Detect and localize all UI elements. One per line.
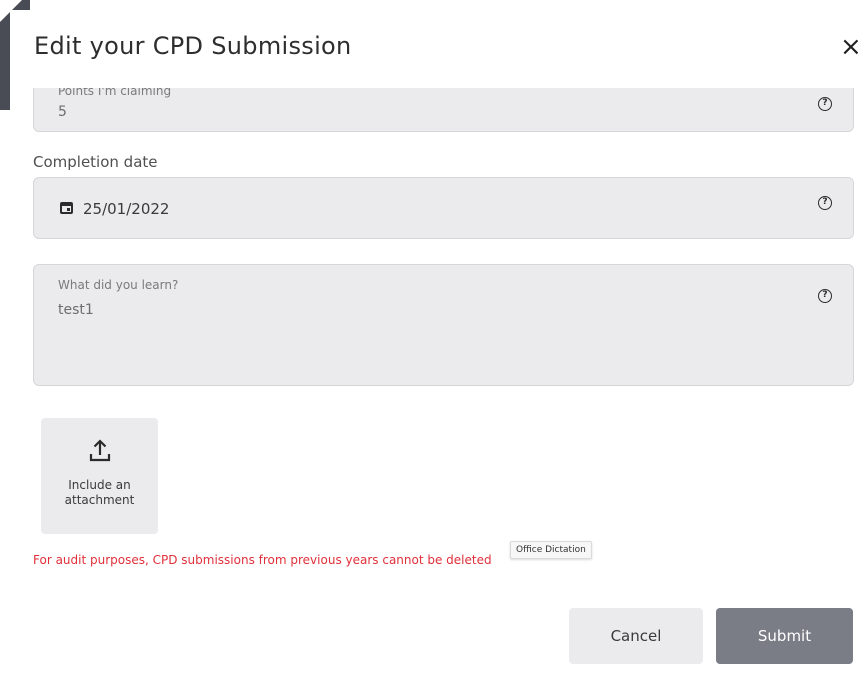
upload-icon	[89, 439, 111, 462]
cancel-button[interactable]: Cancel	[569, 608, 703, 664]
close-icon[interactable]: ×	[840, 34, 858, 60]
completion-date-label: Completion date	[33, 153, 158, 171]
help-circle-icon[interactable]: ?	[818, 97, 832, 111]
include-attachment-button[interactable]: Include an attachment	[41, 418, 158, 534]
attachment-label-line2: attachment	[64, 493, 135, 507]
modal-header: Edit your CPD Submission ×	[10, 10, 858, 88]
modal-title: Edit your CPD Submission	[34, 32, 352, 60]
completion-date-field[interactable]: 25/01/2022 ?	[33, 177, 854, 239]
office-dictation-tooltip: Office Dictation	[510, 541, 592, 559]
learn-label: What did you learn?	[58, 278, 179, 292]
what-did-you-learn-field[interactable]: What did you learn? test1 ?	[33, 264, 854, 386]
audit-warning-text: For audit purposes, CPD submissions from…	[33, 553, 492, 567]
calendar-icon[interactable]	[60, 202, 73, 214]
completion-date-value: 25/01/2022	[83, 200, 170, 218]
attachment-label-line1: Include an	[68, 478, 131, 492]
attachment-label: Include an attachment	[41, 478, 158, 508]
learn-value: test1	[58, 302, 94, 318]
help-circle-icon[interactable]: ?	[818, 196, 832, 210]
help-circle-icon[interactable]: ?	[818, 289, 832, 303]
edit-cpd-modal: Edit your CPD Submission × Points I'm cl…	[10, 10, 858, 680]
submit-button[interactable]: Submit	[716, 608, 853, 664]
points-value: 5	[58, 104, 67, 120]
